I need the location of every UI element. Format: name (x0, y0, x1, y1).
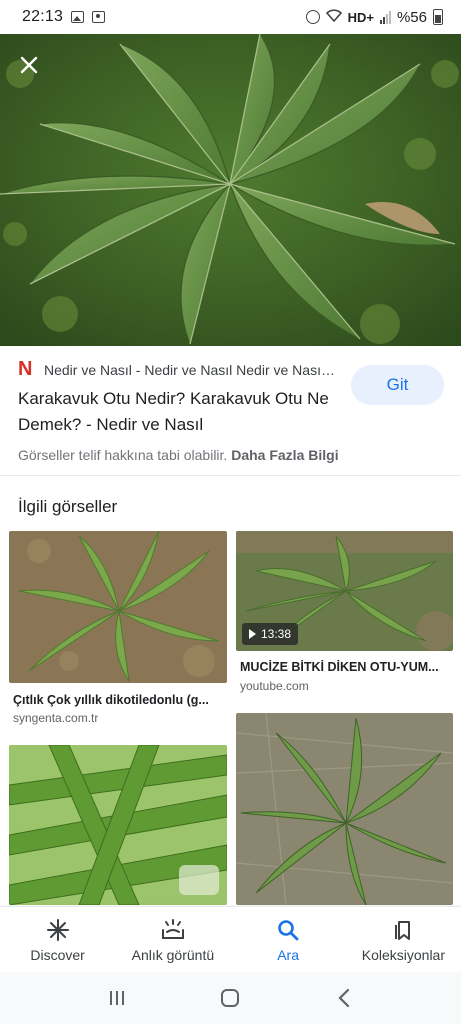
related-image-3[interactable] (9, 745, 227, 905)
nav-collections[interactable]: Koleksiyonlar (346, 907, 461, 972)
alarm-icon (305, 10, 320, 24)
back-button[interactable] (324, 978, 364, 1018)
gallery-notification-icon (71, 11, 85, 23)
system-navigation (0, 972, 461, 1024)
nav-discover-label: Discover (30, 947, 85, 963)
copyright-text: Görseller telif hakkına tabi olabilir. (18, 447, 228, 463)
back-icon (338, 988, 350, 1008)
related-image-4[interactable] (236, 713, 453, 905)
home-button[interactable] (210, 978, 250, 1018)
network-type: HD+ (347, 9, 374, 25)
battery-percent: %56 (396, 8, 427, 26)
related-video-1-domain: youtube.com (240, 679, 309, 693)
nav-discover[interactable]: Discover (0, 907, 115, 972)
video-duration-badge: 13:38 (242, 623, 299, 645)
related-video-1[interactable]: 13:38 (236, 531, 453, 651)
play-icon (249, 629, 256, 639)
source-panel: N Nedir ve Nasıl - Nedir ve Nasıl Nedir … (0, 346, 461, 476)
bookmarks-icon (390, 917, 416, 943)
signal-icon (379, 10, 391, 24)
close-icon (20, 56, 38, 74)
search-icon (275, 917, 301, 943)
site-row[interactable]: N Nedir ve Nasıl - Nedir ve Nasıl Nedir … (18, 358, 338, 380)
recent-apps-icon (109, 991, 124, 1005)
related-video-1-title[interactable]: MUCİZE BİTKİ DİKEN OTU-YUM... (240, 660, 450, 674)
status-bar: 22:13 HD+ %56 (0, 0, 461, 34)
wifi-icon (325, 8, 342, 26)
related-image-1-title[interactable]: Çıtlık Çok yıllık dikotiledonlu (g... (13, 693, 225, 707)
asterisk-icon (45, 917, 71, 943)
more-info-link[interactable]: Daha Fazla Bilgi (231, 447, 338, 463)
bottom-navigation: Discover Anlık görüntü Ara Koleksiyonlar (0, 906, 461, 972)
status-time: 22:13 (22, 8, 64, 25)
app-notification-icon (92, 11, 106, 23)
snapshot-icon (160, 917, 186, 943)
nav-snapshot-label: Anlık görüntü (131, 947, 215, 963)
close-button[interactable] (14, 50, 44, 80)
nav-collections-label: Koleksiyonlar (361, 947, 445, 963)
nav-search[interactable]: Ara (231, 907, 346, 972)
nav-search-label: Ara (277, 947, 300, 963)
page-title[interactable]: Karakavuk Otu Nedir? Karakavuk Otu Ne De… (18, 386, 338, 438)
video-duration: 13:38 (261, 627, 292, 641)
nav-snapshot[interactable]: Anlık görüntü (115, 907, 230, 972)
site-favicon-icon: N (18, 358, 33, 380)
copyright-notice: Görseller telif hakkına tabi olabilir. D… (18, 447, 339, 463)
related-heading: İlgili görseller (18, 497, 118, 516)
recent-apps-button[interactable] (97, 978, 137, 1018)
home-icon (221, 989, 240, 1007)
battery-icon (433, 9, 443, 25)
visit-button[interactable]: Git (351, 365, 444, 405)
site-name[interactable]: Nedir ve Nasıl - Nedir ve Nasıl Nedir ve… (44, 362, 338, 378)
hero-image[interactable] (0, 34, 461, 346)
related-image-1-domain: syngenta.com.tr (13, 711, 99, 725)
related-image-1[interactable] (9, 531, 227, 683)
